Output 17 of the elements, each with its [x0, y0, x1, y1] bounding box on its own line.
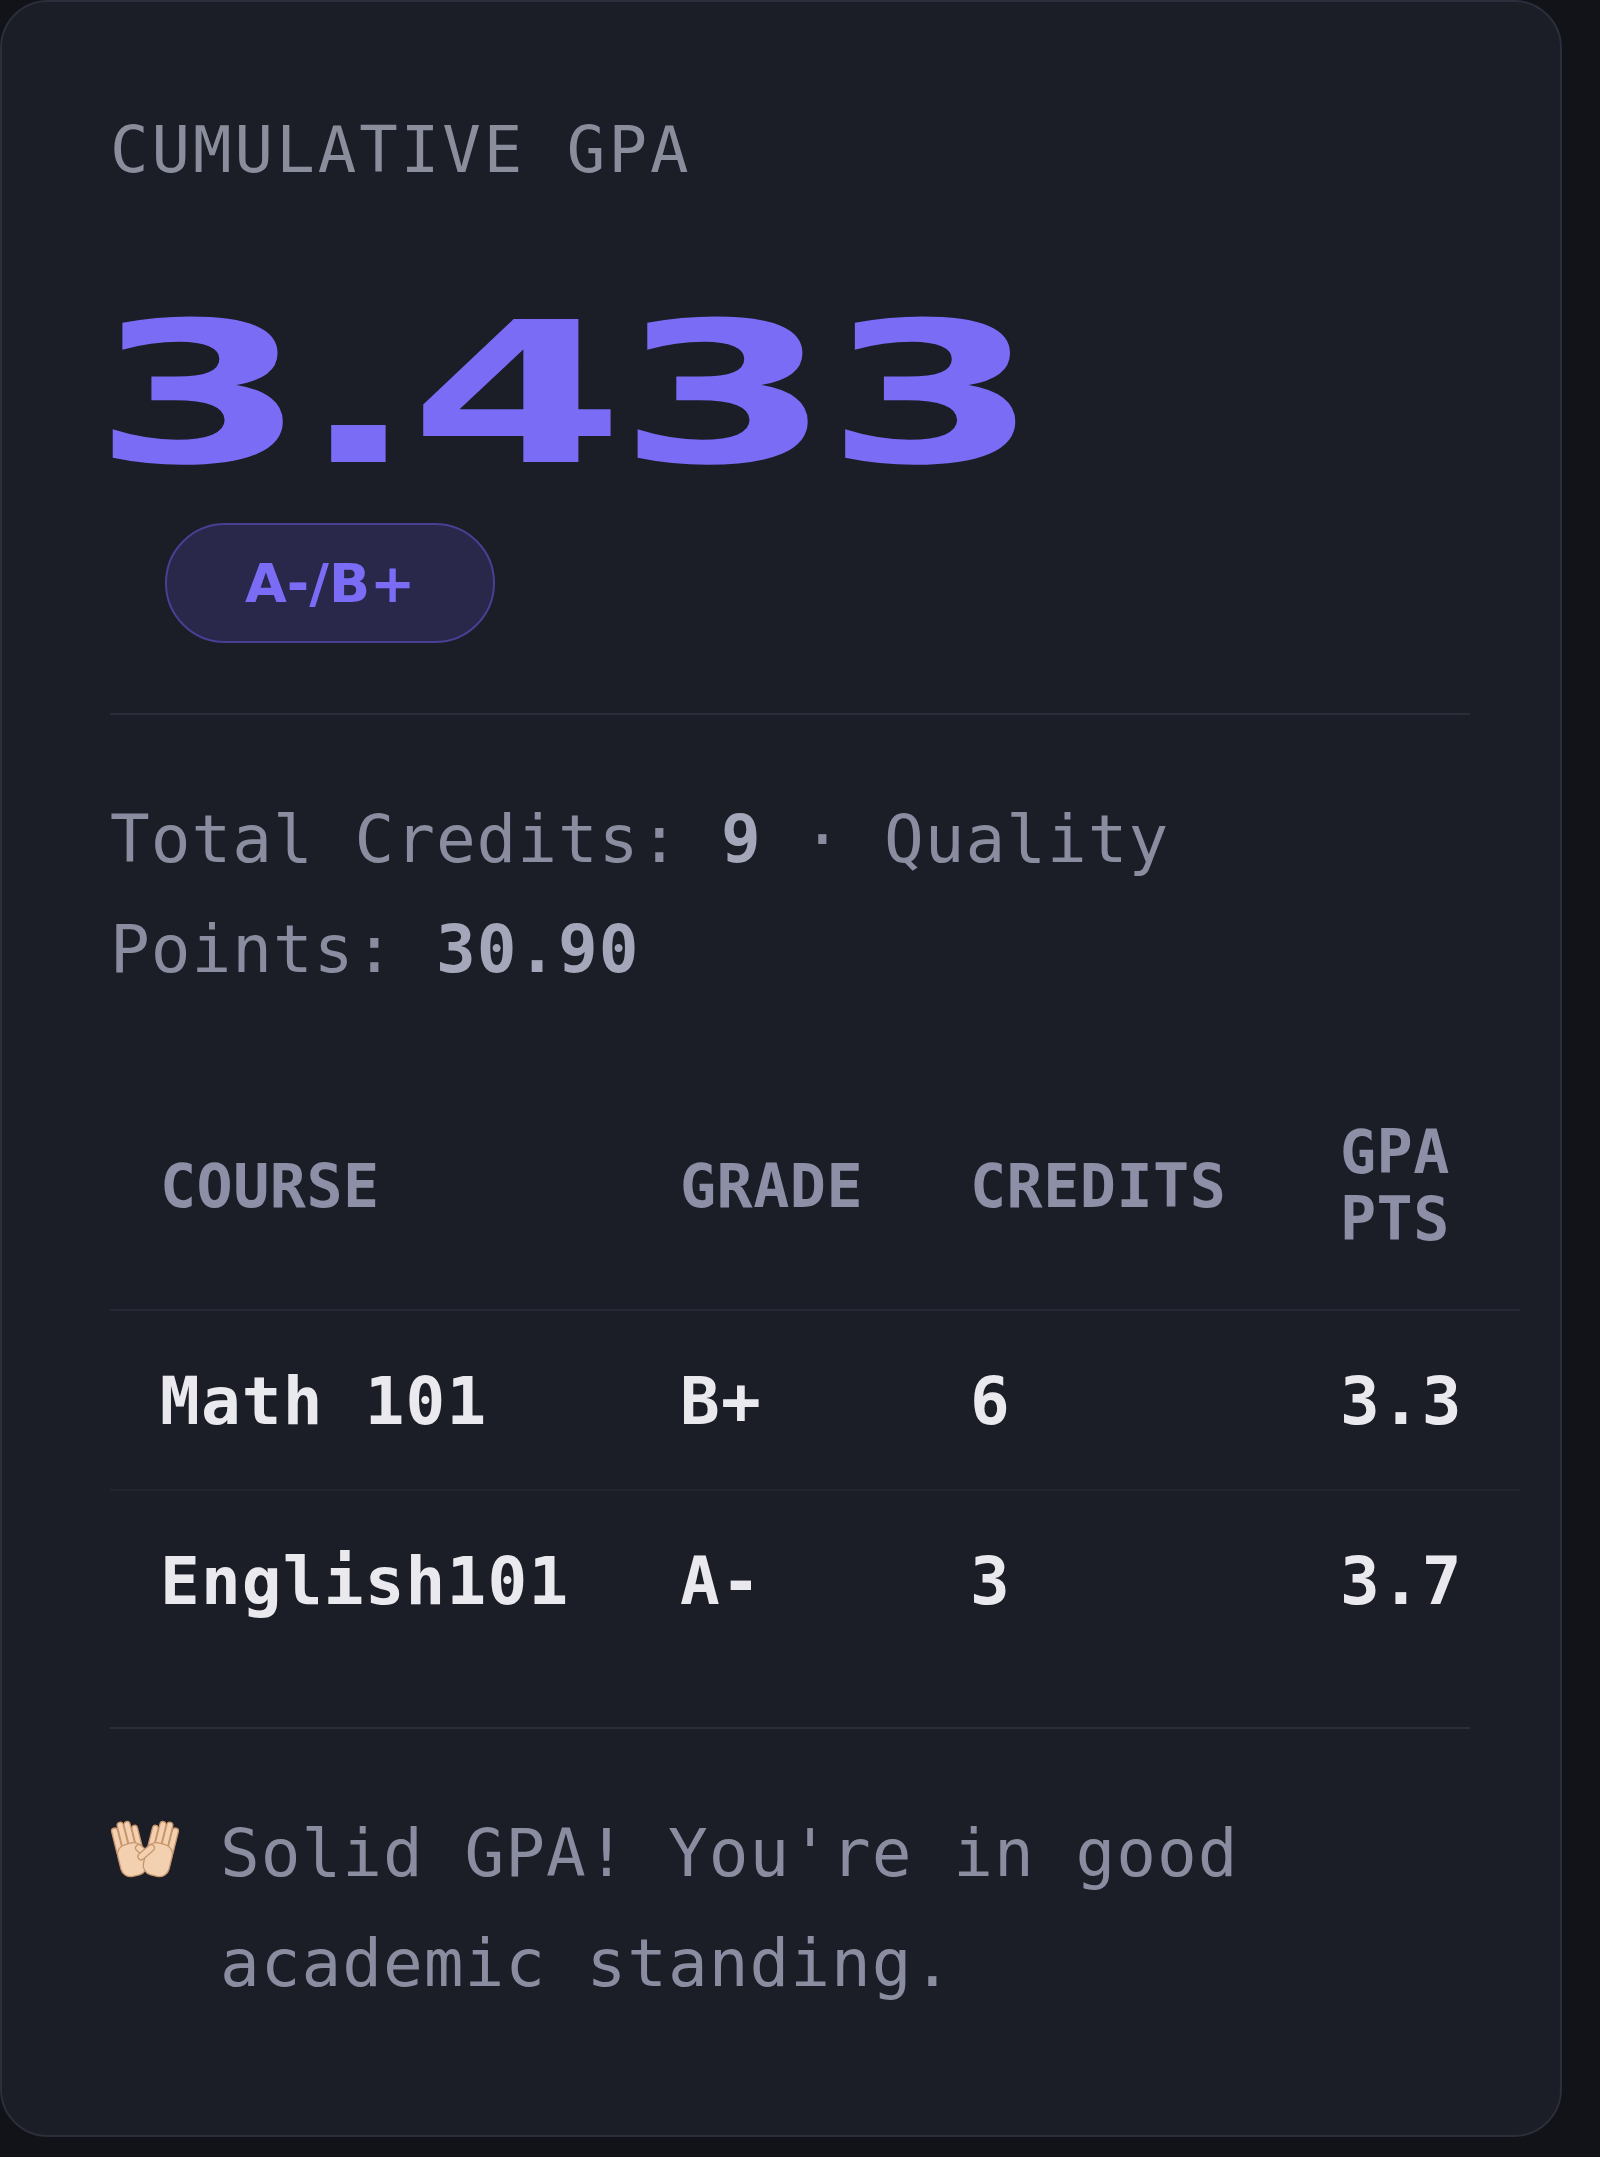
column-header: CREDITS	[920, 1063, 1290, 1310]
table-cell: 3	[920, 1490, 1290, 1669]
table-cell: English101	[110, 1490, 630, 1669]
table-cell: 6	[920, 1310, 1290, 1490]
table-cell: 3.7	[1290, 1490, 1520, 1669]
column-header: GRADE	[630, 1063, 920, 1310]
table-cell: 3.3	[1290, 1310, 1520, 1490]
gpa-value: 3.433	[92, 296, 1033, 492]
card-title: CUMULATIVE GPA	[110, 112, 692, 189]
credits-summary: Total Credits: 9 · Quality Points: 30.90	[110, 800, 1171, 990]
standing-message: Solid GPA! You're in good academic standing.	[220, 1814, 1240, 2004]
table-cell: B+	[630, 1310, 920, 1490]
table-cell: Math 101	[110, 1310, 630, 1490]
column-header: GPA PTS	[1290, 1063, 1520, 1310]
column-header: COURSE	[110, 1063, 630, 1310]
table-cell: A-	[630, 1490, 920, 1669]
grade-badge: A-/B+	[165, 523, 496, 643]
